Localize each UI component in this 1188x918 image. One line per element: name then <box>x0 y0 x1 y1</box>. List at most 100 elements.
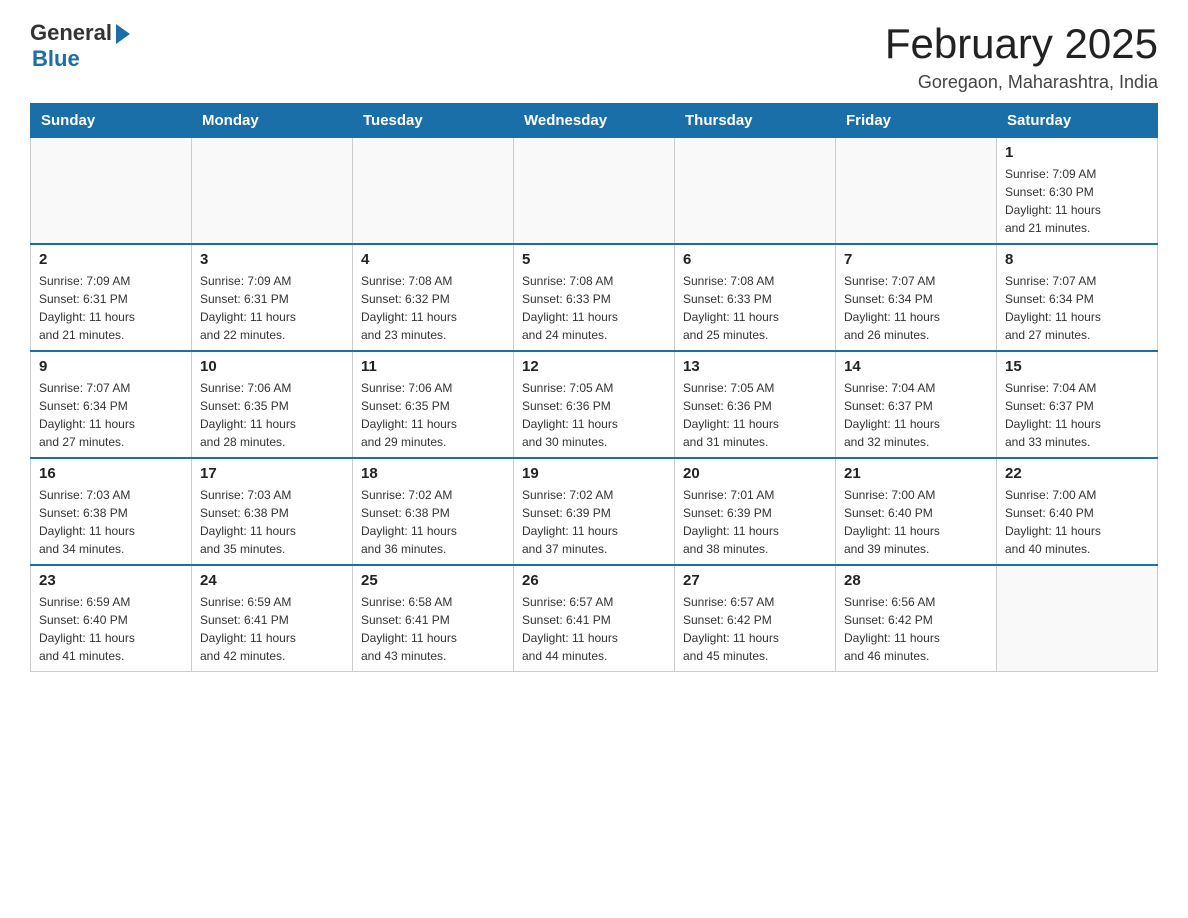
day-info: Sunrise: 6:59 AMSunset: 6:41 PMDaylight:… <box>200 593 344 665</box>
day-info: Sunrise: 7:05 AMSunset: 6:36 PMDaylight:… <box>522 379 666 451</box>
day-number: 19 <box>522 465 666 482</box>
header-thursday: Thursday <box>675 104 836 138</box>
calendar-week-row: 23Sunrise: 6:59 AMSunset: 6:40 PMDayligh… <box>31 565 1158 672</box>
day-number: 9 <box>39 358 183 375</box>
table-row: 7 Sunrise: 7:07 AMSunset: 6:34 PMDaylight… <box>836 244 997 351</box>
day-number: 1 <box>1005 144 1149 161</box>
table-row: 17 Sunrise: 7:03 AMSunset: 6:38 PMDayligh… <box>192 458 353 565</box>
day-number: 8 <box>1005 251 1149 268</box>
weekday-header-row: Sunday Monday Tuesday Wednesday Thursday… <box>31 104 1158 138</box>
table-row <box>514 138 675 245</box>
day-number: 2 <box>39 251 183 268</box>
day-info: Sunrise: 7:08 AMSunset: 6:32 PMDaylight:… <box>361 272 505 344</box>
table-row: 20 Sunrise: 7:01 AMSunset: 6:39 PMDayligh… <box>675 458 836 565</box>
calendar-week-row: 9 Sunrise: 7:07 AMSunset: 6:34 PMDaylight… <box>31 351 1158 458</box>
day-number: 27 <box>683 572 827 589</box>
day-number: 17 <box>200 465 344 482</box>
day-number: 13 <box>683 358 827 375</box>
table-row <box>31 138 192 245</box>
table-row: 2 Sunrise: 7:09 AMSunset: 6:31 PMDaylight… <box>31 244 192 351</box>
day-info: Sunrise: 7:08 AMSunset: 6:33 PMDaylight:… <box>683 272 827 344</box>
day-number: 14 <box>844 358 988 375</box>
day-number: 4 <box>361 251 505 268</box>
day-info: Sunrise: 7:01 AMSunset: 6:39 PMDaylight:… <box>683 486 827 558</box>
day-number: 16 <box>39 465 183 482</box>
day-number: 11 <box>361 358 505 375</box>
day-info: Sunrise: 7:09 AMSunset: 6:30 PMDaylight:… <box>1005 165 1149 237</box>
logo-triangle-icon <box>116 24 130 44</box>
table-row: 5Sunrise: 7:08 AMSunset: 6:33 PMDaylight… <box>514 244 675 351</box>
day-number: 23 <box>39 572 183 589</box>
header-sunday: Sunday <box>31 104 192 138</box>
day-info: Sunrise: 7:06 AMSunset: 6:35 PMDaylight:… <box>200 379 344 451</box>
table-row: 25 Sunrise: 6:58 AMSunset: 6:41 PMDayligh… <box>353 565 514 672</box>
day-number: 10 <box>200 358 344 375</box>
day-info: Sunrise: 7:03 AMSunset: 6:38 PMDaylight:… <box>39 486 183 558</box>
day-info: Sunrise: 7:09 AMSunset: 6:31 PMDaylight:… <box>200 272 344 344</box>
table-row <box>836 138 997 245</box>
day-number: 28 <box>844 572 988 589</box>
header-wednesday: Wednesday <box>514 104 675 138</box>
calendar-week-row: 2 Sunrise: 7:09 AMSunset: 6:31 PMDaylight… <box>31 244 1158 351</box>
table-row <box>192 138 353 245</box>
table-row: 14 Sunrise: 7:04 AMSunset: 6:37 PMDayligh… <box>836 351 997 458</box>
table-row <box>353 138 514 245</box>
calendar-subtitle: Goregaon, Maharashtra, India <box>885 72 1158 93</box>
day-number: 24 <box>200 572 344 589</box>
logo-general-text: General <box>30 20 112 46</box>
logo: General Blue <box>30 20 130 72</box>
day-info: Sunrise: 7:05 AMSunset: 6:36 PMDaylight:… <box>683 379 827 451</box>
day-info: Sunrise: 7:07 AMSunset: 6:34 PMDaylight:… <box>844 272 988 344</box>
day-number: 20 <box>683 465 827 482</box>
table-row: 11 Sunrise: 7:06 AMSunset: 6:35 PMDayligh… <box>353 351 514 458</box>
day-info: Sunrise: 7:07 AMSunset: 6:34 PMDaylight:… <box>39 379 183 451</box>
header-monday: Monday <box>192 104 353 138</box>
day-number: 5 <box>522 251 666 268</box>
day-info: Sunrise: 7:06 AMSunset: 6:35 PMDaylight:… <box>361 379 505 451</box>
day-number: 7 <box>844 251 988 268</box>
day-number: 25 <box>361 572 505 589</box>
table-row: 4 Sunrise: 7:08 AMSunset: 6:32 PMDaylight… <box>353 244 514 351</box>
table-row <box>675 138 836 245</box>
table-row: 3 Sunrise: 7:09 AMSunset: 6:31 PMDaylight… <box>192 244 353 351</box>
page-header: General Blue February 2025 Goregaon, Mah… <box>30 20 1158 93</box>
table-row: 26Sunrise: 6:57 AMSunset: 6:41 PMDayligh… <box>514 565 675 672</box>
day-number: 18 <box>361 465 505 482</box>
title-block: February 2025 Goregaon, Maharashtra, Ind… <box>885 20 1158 93</box>
day-number: 21 <box>844 465 988 482</box>
day-number: 6 <box>683 251 827 268</box>
day-info: Sunrise: 6:57 AMSunset: 6:41 PMDaylight:… <box>522 593 666 665</box>
day-number: 22 <box>1005 465 1149 482</box>
table-row: 15 Sunrise: 7:04 AMSunset: 6:37 PMDayligh… <box>997 351 1158 458</box>
table-row: 10 Sunrise: 7:06 AMSunset: 6:35 PMDayligh… <box>192 351 353 458</box>
calendar-week-row: 1 Sunrise: 7:09 AMSunset: 6:30 PMDaylight… <box>31 138 1158 245</box>
day-number: 12 <box>522 358 666 375</box>
table-row: 27 Sunrise: 6:57 AMSunset: 6:42 PMDayligh… <box>675 565 836 672</box>
calendar-table: Sunday Monday Tuesday Wednesday Thursday… <box>30 103 1158 672</box>
day-info: Sunrise: 7:07 AMSunset: 6:34 PMDaylight:… <box>1005 272 1149 344</box>
header-friday: Friday <box>836 104 997 138</box>
calendar-title: February 2025 <box>885 20 1158 68</box>
header-saturday: Saturday <box>997 104 1158 138</box>
day-info: Sunrise: 6:57 AMSunset: 6:42 PMDaylight:… <box>683 593 827 665</box>
table-row: 8 Sunrise: 7:07 AMSunset: 6:34 PMDaylight… <box>997 244 1158 351</box>
day-info: Sunrise: 7:02 AMSunset: 6:38 PMDaylight:… <box>361 486 505 558</box>
table-row: 23Sunrise: 6:59 AMSunset: 6:40 PMDayligh… <box>31 565 192 672</box>
table-row: 12 Sunrise: 7:05 AMSunset: 6:36 PMDayligh… <box>514 351 675 458</box>
logo-blue-text: Blue <box>32 46 80 72</box>
table-row <box>997 565 1158 672</box>
table-row: 18 Sunrise: 7:02 AMSunset: 6:38 PMDayligh… <box>353 458 514 565</box>
table-row: 19 Sunrise: 7:02 AMSunset: 6:39 PMDayligh… <box>514 458 675 565</box>
day-info: Sunrise: 7:04 AMSunset: 6:37 PMDaylight:… <box>844 379 988 451</box>
day-number: 15 <box>1005 358 1149 375</box>
day-number: 3 <box>200 251 344 268</box>
table-row: 16 Sunrise: 7:03 AMSunset: 6:38 PMDayligh… <box>31 458 192 565</box>
table-row: 6 Sunrise: 7:08 AMSunset: 6:33 PMDaylight… <box>675 244 836 351</box>
day-info: Sunrise: 6:58 AMSunset: 6:41 PMDaylight:… <box>361 593 505 665</box>
day-info: Sunrise: 7:03 AMSunset: 6:38 PMDaylight:… <box>200 486 344 558</box>
day-info: Sunrise: 7:04 AMSunset: 6:37 PMDaylight:… <box>1005 379 1149 451</box>
day-info: Sunrise: 7:02 AMSunset: 6:39 PMDaylight:… <box>522 486 666 558</box>
calendar-week-row: 16 Sunrise: 7:03 AMSunset: 6:38 PMDayligh… <box>31 458 1158 565</box>
day-info: Sunrise: 7:09 AMSunset: 6:31 PMDaylight:… <box>39 272 183 344</box>
header-tuesday: Tuesday <box>353 104 514 138</box>
